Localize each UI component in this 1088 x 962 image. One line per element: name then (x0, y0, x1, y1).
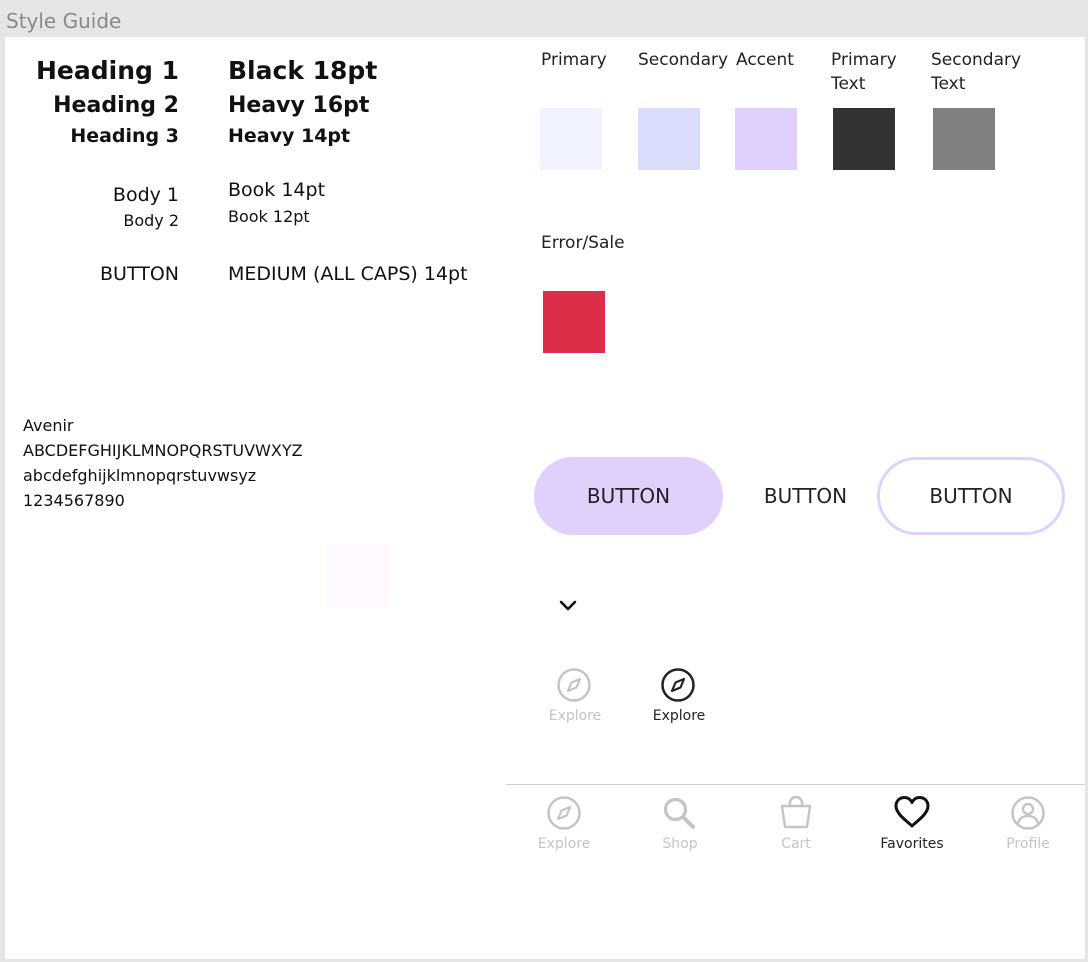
secondary-color-swatch (638, 108, 700, 170)
faint-swatch (327, 544, 389, 606)
primary-text-color-label: Primary Text (831, 48, 897, 96)
secondary-text-color-label: Secondary Text (931, 48, 1021, 96)
primary-text-label-line2: Text (831, 74, 866, 94)
body2-label: Body 2 (123, 211, 179, 230)
bottom-nav-label: Profile (1006, 836, 1050, 852)
heading2-spec: Heavy 16pt (228, 93, 370, 118)
secondary-text-color-swatch (933, 108, 995, 170)
error-sale-color-swatch (543, 291, 605, 353)
bottom-nav-label: Shop (662, 836, 698, 852)
compass-icon (547, 796, 581, 830)
compass-inactive-icon[interactable] (556, 667, 592, 703)
text-button-label: BUTTON (763, 484, 848, 508)
search-icon (663, 797, 695, 829)
font-lowercase: abcdefghijklmnopqrstuvwsyz (23, 466, 257, 485)
font-uppercase: ABCDEFGHIJKLMNOPQRSTUVWXYZ (23, 441, 303, 460)
bottom-nav-divider (506, 784, 1085, 785)
heading3-spec: Heavy 14pt (228, 125, 351, 147)
outline-button-label: BUTTON (929, 484, 1013, 508)
heart-icon (894, 796, 930, 828)
font-name: Avenir (23, 416, 74, 435)
explore-active-label: Explore (652, 708, 706, 724)
primary-color-label: Primary (541, 50, 607, 70)
heading2-label: Heading 2 (53, 93, 179, 118)
filled-button[interactable]: BUTTON (534, 457, 723, 535)
button-style-label: BUTTON (100, 263, 179, 285)
body1-label: Body 1 (112, 184, 179, 206)
error-sale-color-label: Error/Sale (541, 233, 625, 253)
user-icon (1011, 796, 1045, 830)
filled-button-label: BUTTON (586, 484, 671, 508)
accent-color-swatch (735, 108, 797, 170)
body1-spec: Book 14pt (228, 179, 326, 201)
secondary-text-label-line1: Secondary (931, 50, 1022, 70)
text-button[interactable]: BUTTON (711, 457, 900, 535)
bottom-nav-label: Cart (781, 836, 811, 852)
outline-button[interactable]: BUTTON (877, 457, 1065, 535)
primary-color-swatch (540, 108, 602, 170)
accent-color-label: Accent (736, 50, 794, 70)
heading1-spec: Black 18pt (228, 56, 378, 85)
secondary-color-label: Secondary (638, 50, 729, 70)
heading1-label: Heading 1 (35, 56, 179, 85)
button-style-spec: MEDIUM (ALL CAPS) 14pt (228, 263, 468, 285)
primary-text-color-swatch (833, 108, 895, 170)
bag-icon (780, 795, 812, 829)
body2-spec: Book 12pt (228, 207, 310, 226)
secondary-text-label-line2: Text (931, 74, 966, 94)
style-guide-canvas: Heading 1 Black 18pt Heading 2 Heavy 16p… (5, 37, 1085, 959)
frame-title: Style Guide (6, 9, 122, 33)
explore-inactive-label: Explore (548, 708, 602, 724)
compass-active-icon[interactable] (660, 667, 696, 703)
primary-text-label-line1: Primary (831, 50, 897, 70)
heading3-label: Heading 3 (70, 125, 179, 147)
chevron-down-icon[interactable] (558, 599, 578, 613)
bottom-nav-label: Favorites (880, 836, 944, 852)
font-digits: 1234567890 (23, 491, 125, 510)
bottom-nav-label: Explore (537, 836, 591, 852)
